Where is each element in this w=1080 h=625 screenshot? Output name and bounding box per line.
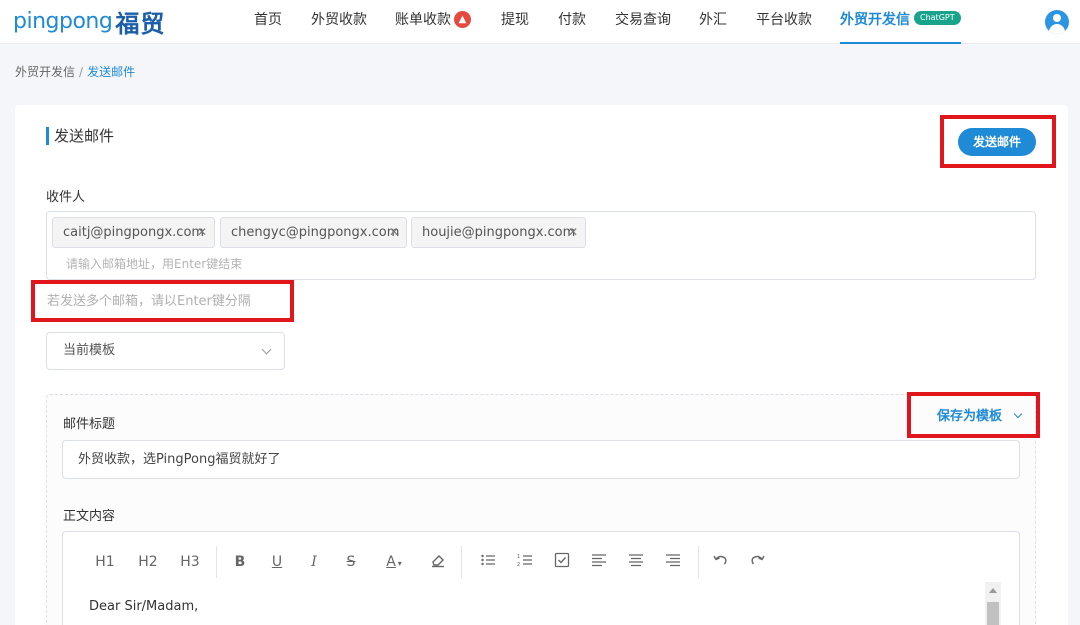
fire-icon: ▲ <box>454 10 471 28</box>
underline-button[interactable]: U <box>269 552 285 572</box>
scroll-up-icon[interactable] <box>989 588 997 593</box>
chatgpt-badge: ChatGPT <box>914 11 961 25</box>
editor-scrollbar[interactable] <box>985 582 1001 625</box>
bullet-list-icon[interactable] <box>479 552 497 572</box>
align-left-icon[interactable] <box>590 552 608 572</box>
bold-button[interactable]: B <box>232 552 248 572</box>
save-as-template-button[interactable]: 保存为模板 <box>937 405 1022 424</box>
h1-button[interactable]: H1 <box>93 552 117 572</box>
nav-item-payment[interactable]: 付款 <box>558 0 586 44</box>
h3-button[interactable]: H3 <box>178 552 202 572</box>
nav-item-withdraw[interactable]: 提现 <box>501 0 529 44</box>
close-icon[interactable]: ✕ <box>389 218 399 247</box>
recipients-hint: 若发送多个邮箱，请以Enter键分隔 <box>47 294 251 309</box>
email-body-text[interactable]: Dear Sir/Madam, <box>89 599 198 614</box>
h2-button[interactable]: H2 <box>136 552 160 572</box>
logo[interactable]: pingpong 福贸 <box>13 6 166 38</box>
toolbar-divider <box>461 546 462 578</box>
breadcrumb-separator: / <box>79 65 84 79</box>
recipient-tag: houjie@pingpongx.com ✕ <box>411 217 586 248</box>
align-center-icon[interactable] <box>627 552 645 572</box>
recipient-input[interactable] <box>66 254 466 274</box>
template-select-value: 当前模板 <box>63 343 116 358</box>
recipient-tag: caitj@pingpongx.com ✕ <box>52 217 215 248</box>
align-right-icon[interactable] <box>664 552 682 572</box>
nav-item-dev-letter[interactable]: 外贸开发信 ChatGPT <box>840 0 961 44</box>
nav-item-fx[interactable]: 外汇 <box>699 0 727 44</box>
caret-icon: ▾ <box>397 559 402 568</box>
recipients-label: 收件人 <box>46 190 86 205</box>
nav-label: 首页 <box>254 12 282 28</box>
scroll-thumb[interactable] <box>987 602 999 625</box>
nav-item-trade-collection[interactable]: 外贸收款 <box>311 0 367 44</box>
breadcrumb-parent[interactable]: 外贸开发信 <box>15 65 75 79</box>
checklist-icon[interactable] <box>553 552 571 572</box>
page-title: 发送邮件 <box>46 127 114 145</box>
svg-text:2: 2 <box>517 562 520 568</box>
subject-input[interactable]: 外贸收款，选PingPong福贸就好了 <box>62 440 1020 479</box>
rich-text-editor[interactable]: H1 H2 H3 B U I S A ▾ 12 Dear Sir/Madam, <box>62 531 1020 625</box>
strikethrough-button[interactable]: S <box>343 552 359 572</box>
nav-label: 外汇 <box>699 12 727 28</box>
undo-icon[interactable] <box>711 552 729 572</box>
redo-icon[interactable] <box>749 552 767 572</box>
breadcrumb: 外贸开发信 / 发送邮件 <box>15 63 135 80</box>
logo-cn: 福贸 <box>115 9 166 38</box>
send-email-button[interactable]: 发送邮件 <box>958 128 1036 156</box>
top-bar: pingpong 福贸 首页 外贸收款 账单收款 ▲ 提现 付款 交易查询 外汇 … <box>0 0 1080 44</box>
body-label: 正文内容 <box>63 509 116 524</box>
nav-label: 平台收款 <box>756 12 812 28</box>
nav-item-platform-collection[interactable]: 平台收款 <box>756 0 812 44</box>
chevron-down-icon <box>261 344 272 355</box>
logo-latin: pingpong <box>13 8 113 34</box>
save-as-template-label: 保存为模板 <box>937 409 1003 424</box>
numbered-list-icon[interactable]: 12 <box>516 552 534 572</box>
nav-label: 外贸开发信 <box>840 12 910 28</box>
nav-label: 账单收款 <box>395 12 451 28</box>
template-select[interactable]: 当前模板 <box>46 332 285 370</box>
toolbar-divider <box>698 546 699 578</box>
font-color-label: A <box>386 554 396 570</box>
recipient-tag: chengyc@pingpongx.com ✕ <box>220 217 407 248</box>
recipient-email: caitj@pingpongx.com <box>63 225 205 240</box>
italic-button[interactable]: I <box>306 552 322 572</box>
font-color-button[interactable]: A ▾ <box>381 552 407 572</box>
recipients-field[interactable]: caitj@pingpongx.com ✕ chengyc@pingpongx.c… <box>46 211 1036 280</box>
toolbar-divider <box>216 546 217 578</box>
nav-item-home[interactable]: 首页 <box>254 0 282 44</box>
recipient-email: houjie@pingpongx.com <box>422 225 576 240</box>
subject-label: 邮件标题 <box>63 417 116 432</box>
nav-label: 交易查询 <box>615 12 671 28</box>
eraser-icon[interactable] <box>429 552 447 572</box>
recipient-email: chengyc@pingpongx.com <box>231 225 400 240</box>
nav-label: 提现 <box>501 12 529 28</box>
close-icon[interactable]: ✕ <box>568 218 578 247</box>
breadcrumb-current: 发送邮件 <box>87 65 136 79</box>
nav-item-transactions[interactable]: 交易查询 <box>615 0 671 44</box>
user-avatar-icon[interactable] <box>1045 10 1069 34</box>
close-icon[interactable]: ✕ <box>197 218 207 247</box>
nav-item-bill-collection[interactable]: 账单收款 ▲ <box>395 0 471 44</box>
editor-toolbar: H1 H2 H3 B U I S A ▾ 12 <box>63 532 1003 592</box>
nav-label: 付款 <box>558 12 586 28</box>
svg-text:1: 1 <box>517 554 520 560</box>
nav-label: 外贸收款 <box>311 12 367 28</box>
